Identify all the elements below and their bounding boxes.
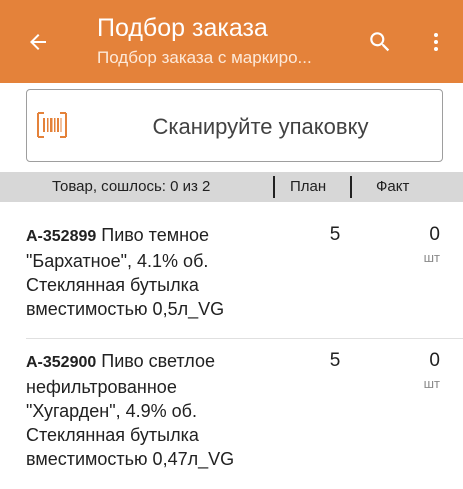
item-name-line: Стеклянная бутылка	[26, 425, 199, 445]
item-name-line: "Бархатное", 4.1% об.	[26, 251, 209, 271]
plan-quantity: 5	[329, 350, 341, 371]
unit-label: шт	[423, 376, 440, 391]
app-bar: Подбор заказа Подбор заказа с маркиро...	[0, 0, 463, 83]
table-row[interactable]: А-352899 Пиво темное "Бархатное", 4.1% о…	[0, 223, 463, 333]
table-row[interactable]: А-352900 Пиво светлое нефильтрованное "Х…	[0, 349, 463, 484]
item-name-line: вместимостью 0,47л_VG	[26, 449, 235, 469]
item-name: А-352899 Пиво темное "Бархатное", 4.1% о…	[26, 223, 286, 321]
plan-quantity: 5	[329, 224, 341, 245]
arrow-left-icon	[30, 34, 46, 50]
search-button[interactable]	[360, 22, 400, 62]
item-code: А-352899	[26, 228, 97, 245]
row-divider	[26, 338, 463, 339]
plan-column-header: План	[290, 178, 327, 195]
more-vert-icon	[434, 33, 438, 51]
column-divider	[273, 176, 275, 198]
goods-column-header: Товар, сошлось: 0 из 2	[52, 178, 211, 195]
fact-column-header: Факт	[376, 178, 410, 195]
title-block: Подбор заказа Подбор заказа с маркиро...	[97, 12, 347, 70]
barcode-icon	[37, 112, 67, 138]
scan-prompt-text: Сканируйте упаковку	[152, 113, 369, 139]
fact-quantity: 0	[429, 224, 440, 245]
page-title: Подбор заказа	[97, 14, 268, 42]
scan-prompt[interactable]: Сканируйте упаковку	[26, 89, 443, 162]
fact-quantity: 0	[429, 350, 440, 371]
unit-label: шт	[423, 250, 440, 265]
item-name-line: нефильтрованное	[26, 377, 177, 397]
item-name: А-352900 Пиво светлое нефильтрованное "Х…	[26, 349, 286, 471]
item-name-line: Стеклянная бутылка	[26, 275, 199, 295]
item-name-line: Пиво темное	[101, 225, 210, 245]
table-header: Товар, сошлось: 0 из 2 План Факт	[0, 172, 463, 202]
item-code: А-352900	[26, 354, 97, 371]
column-divider	[350, 176, 352, 198]
more-options-button[interactable]	[416, 22, 456, 62]
item-name-line: "Хугарден", 4.9% об.	[26, 401, 197, 421]
page-subtitle: Подбор заказа с маркиро...	[97, 48, 312, 67]
item-name-line: Пиво светлое	[101, 351, 216, 371]
search-icon	[370, 32, 390, 52]
back-button[interactable]	[18, 22, 58, 62]
item-name-line: вместимостью 0,5л_VG	[26, 299, 225, 319]
